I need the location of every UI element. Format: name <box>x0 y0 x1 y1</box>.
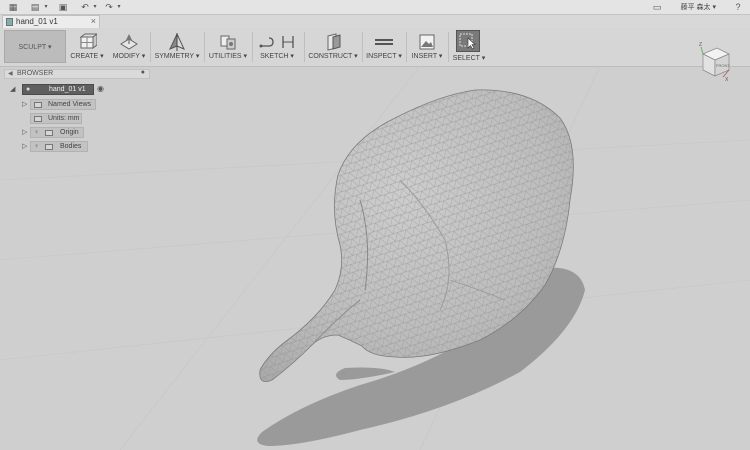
workspace-switcher[interactable]: SCULPT ▾ <box>4 30 66 63</box>
canvas-viewport[interactable] <box>0 66 750 450</box>
inspect-measure-icon <box>375 39 393 45</box>
visibility-bulb-icon[interactable]: ♀ <box>34 143 39 150</box>
viewcube-x-axis: X <box>725 77 729 82</box>
redo-icon[interactable]: ↷ <box>104 2 114 12</box>
toolbar-separator <box>204 32 205 62</box>
toolbar-separator <box>252 32 253 62</box>
document-icon <box>6 18 13 26</box>
toolbar-separator <box>304 32 305 62</box>
expand-origin-icon[interactable]: ▷ <box>22 128 27 136</box>
sketch-menu[interactable]: SKETCH ▾ <box>256 30 298 64</box>
insert-image-icon <box>419 34 435 50</box>
symmetry-menu[interactable]: SYMMETRY ▾ <box>154 30 200 64</box>
create-menu[interactable]: CREATE ▾ <box>70 30 104 64</box>
document-settings-icon <box>34 116 42 122</box>
symmetry-label: SYMMETRY ▾ <box>154 53 200 60</box>
select-tool-button[interactable] <box>456 30 480 52</box>
select-label: SELECT ▾ <box>452 55 486 62</box>
utilities-menu[interactable]: UTILITIES ▾ <box>208 30 248 64</box>
cursor-arrow-icon <box>459 33 476 50</box>
document-tab-bar: hand_01 v1 × <box>0 15 750 28</box>
app-grid-icon[interactable]: ▦ <box>8 2 18 12</box>
save-icon[interactable]: ▣ <box>58 2 68 12</box>
tab-hand-01[interactable]: hand_01 v1 × <box>2 15 100 28</box>
visibility-bulb-icon[interactable]: ● <box>26 86 30 93</box>
expand-named-views-icon[interactable]: ▷ <box>22 100 27 108</box>
browser-item-named-views[interactable]: Named Views <box>30 99 96 110</box>
inspect-menu[interactable]: INSPECT ▾ <box>366 30 402 64</box>
units-label: Units: mm <box>48 115 80 122</box>
create-box-icon <box>79 33 97 49</box>
modify-label: MODIFY ▾ <box>112 53 146 60</box>
undo-dropdown-icon[interactable]: ▾ <box>90 2 100 12</box>
activate-component-icon[interactable]: ◉ <box>97 84 104 93</box>
modify-menu[interactable]: MODIFY ▾ <box>112 30 146 64</box>
toolbar-separator <box>406 32 407 62</box>
named-views-label: Named Views <box>48 101 92 108</box>
browser-item-bodies[interactable]: ♀ Bodies <box>30 141 88 152</box>
folder-icon <box>34 102 42 108</box>
help-icon[interactable]: ? <box>733 2 743 12</box>
browser-title: BROWSER <box>17 70 54 77</box>
inspect-label: INSPECT ▾ <box>366 53 402 60</box>
viewcube-z-axis: Z <box>699 42 702 48</box>
folder-icon <box>45 130 53 136</box>
application-bar: ▦ ▤ ▾ ▣ ↶ ▾ ↷ ▾ ▭ 藤平 森太 ▾ ? <box>0 0 750 15</box>
user-menu[interactable]: 藤平 森太 ▾ <box>681 2 716 12</box>
file-icon[interactable]: ▤ <box>30 2 40 12</box>
construct-label: CONSTRUCT ▾ <box>308 53 358 60</box>
browser-panel-header[interactable]: ◀ BROWSER ● <box>4 69 150 79</box>
insert-menu[interactable]: INSERT ▾ <box>410 30 444 64</box>
viewcube-front-label: FRONT <box>716 63 730 68</box>
insert-label: INSERT ▾ <box>411 53 443 60</box>
pin-icon[interactable]: ● <box>141 69 145 76</box>
utilities-label: UTILITIES ▾ <box>208 53 248 60</box>
expand-root-icon[interactable]: ◢ <box>10 85 15 93</box>
origin-label: Origin <box>60 129 79 136</box>
create-label: CREATE ▾ <box>70 53 104 60</box>
modify-icon <box>120 34 138 50</box>
toolbar-separator <box>362 32 363 62</box>
browser-item-units[interactable]: Units: mm <box>30 113 82 124</box>
undo-icon[interactable]: ↶ <box>80 2 90 12</box>
close-tab-icon[interactable]: × <box>91 16 96 26</box>
sketch-icon <box>259 36 294 48</box>
tab-title: hand_01 v1 <box>16 17 58 26</box>
construct-plane-icon <box>327 33 341 51</box>
toolbar: SCULPT ▾ CREATE ▾ MODIFY ▾ SYMMETRY ▾ UT… <box>0 28 750 67</box>
bodies-label: Bodies <box>60 143 82 150</box>
collapse-browser-icon[interactable]: ◀ <box>8 70 13 77</box>
browser-item-origin[interactable]: ♀ Origin <box>30 127 84 138</box>
browser-root-node[interactable]: ● hand_01 v1 <box>22 84 94 95</box>
sketch-label: SKETCH ▾ <box>260 53 294 60</box>
construct-menu[interactable]: CONSTRUCT ▾ <box>308 30 358 64</box>
toolbar-separator <box>448 32 449 62</box>
utilities-icon <box>220 35 236 50</box>
workspace-label: SCULPT ▾ <box>18 44 52 51</box>
expand-bodies-icon[interactable]: ▷ <box>22 142 27 150</box>
viewcube[interactable]: FRONT Z X <box>697 40 733 82</box>
visibility-bulb-icon[interactable]: ♀ <box>34 129 39 136</box>
redo-dropdown-icon[interactable]: ▾ <box>114 2 124 12</box>
job-status-icon[interactable]: ▭ <box>652 2 662 12</box>
root-node-label: hand_01 v1 <box>49 86 86 93</box>
file-dropdown-icon[interactable]: ▾ <box>41 2 51 12</box>
folder-icon <box>45 144 53 150</box>
toolbar-separator <box>150 32 151 62</box>
symmetry-icon <box>168 33 186 51</box>
